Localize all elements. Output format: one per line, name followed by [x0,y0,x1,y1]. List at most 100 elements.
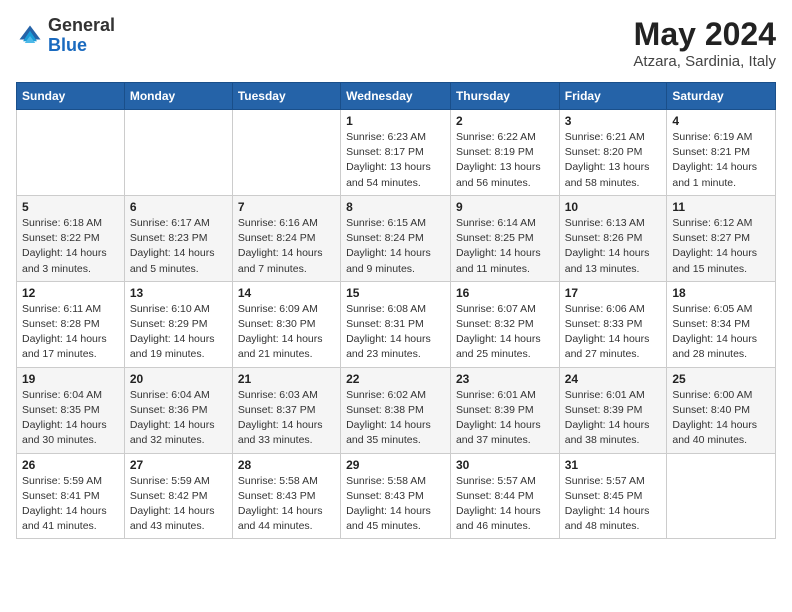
calendar-cell: 3 Sunrise: 6:21 AMSunset: 8:20 PMDaylight… [559,110,667,196]
col-wednesday: Wednesday [341,83,451,110]
day-info: Sunrise: 6:08 AMSunset: 8:31 PMDaylight:… [346,302,445,363]
calendar-cell: 14Sunrise: 6:09 AMSunset: 8:30 PMDayligh… [232,281,340,367]
day-info: Sunrise: 5:59 AMSunset: 8:41 PMDaylight:… [22,474,119,535]
day-number: 21 [238,372,335,386]
day-number: 24 [565,372,662,386]
calendar-cell: 6Sunrise: 6:17 AMSunset: 8:23 PMDaylight… [124,195,232,281]
calendar-cell: 8 Sunrise: 6:15 AMSunset: 8:24 PMDaylight… [341,195,451,281]
day-number: 22 [346,372,445,386]
calendar-cell: 13 Sunrise: 6:10 AMSunset: 8:29 PMDayligh… [124,281,232,367]
day-number: 19 [22,372,119,386]
col-sunday: Sunday [17,83,125,110]
logo-text: General Blue [48,16,115,56]
calendar-cell: 18 Sunrise: 6:05 AMSunset: 8:34 PMDayligh… [667,281,776,367]
header-row: Sunday Monday Tuesday Wednesday Thursday… [17,83,776,110]
day-info: Sunrise: 6:18 AMSunset: 8:22 PMDaylight:… [22,216,119,277]
day-number: 10 [565,200,662,214]
calendar-cell: 10Sunrise: 6:13 AMSunset: 8:26 PMDayligh… [559,195,667,281]
day-info: Sunrise: 6:04 AMSunset: 8:35 PMDaylight:… [22,388,119,449]
day-number: 25 [672,372,770,386]
calendar-cell: 29 Sunrise: 5:58 AMSunset: 8:43 PMDayligh… [341,453,451,539]
day-number: 17 [565,286,662,300]
day-number: 8 [346,200,445,214]
calendar-cell: 25 Sunrise: 6:00 AMSunset: 8:40 PMDayligh… [667,367,776,453]
calendar-cell: 16Sunrise: 6:07 AMSunset: 8:32 PMDayligh… [450,281,559,367]
calendar-cell: 5 Sunrise: 6:18 AMSunset: 8:22 PMDaylight… [17,195,125,281]
col-friday: Friday [559,83,667,110]
calendar-cell: 20 Sunrise: 6:04 AMSunset: 8:36 PMDayligh… [124,367,232,453]
calendar-cell: 4 Sunrise: 6:19 AMSunset: 8:21 PMDaylight… [667,110,776,196]
day-info: Sunrise: 5:59 AMSunset: 8:42 PMDaylight:… [130,474,227,535]
month-title: May 2024 [633,16,776,53]
day-info: Sunrise: 6:01 AMSunset: 8:39 PMDaylight:… [456,388,554,449]
day-info: Sunrise: 6:04 AMSunset: 8:36 PMDaylight:… [130,388,227,449]
calendar-week-3: 12Sunrise: 6:11 AMSunset: 8:28 PMDayligh… [17,281,776,367]
day-info: Sunrise: 6:17 AMSunset: 8:23 PMDaylight:… [130,216,227,277]
calendar-week-1: 1 Sunrise: 6:23 AMSunset: 8:17 PMDaylight… [17,110,776,196]
day-number: 28 [238,458,335,472]
day-info: Sunrise: 6:06 AMSunset: 8:33 PMDaylight:… [565,302,662,363]
calendar-cell: 15Sunrise: 6:08 AMSunset: 8:31 PMDayligh… [341,281,451,367]
day-info: Sunrise: 6:05 AMSunset: 8:34 PMDaylight:… [672,302,770,363]
page-header: General Blue May 2024 Atzara, Sardinia, … [16,16,776,70]
calendar-table: Sunday Monday Tuesday Wednesday Thursday… [16,82,776,539]
calendar-cell: 31Sunrise: 5:57 AMSunset: 8:45 PMDayligh… [559,453,667,539]
day-number: 29 [346,458,445,472]
day-info: Sunrise: 5:57 AMSunset: 8:45 PMDaylight:… [565,474,662,535]
day-number: 26 [22,458,119,472]
calendar-cell: 2 Sunrise: 6:22 AMSunset: 8:19 PMDaylight… [450,110,559,196]
day-info: Sunrise: 6:07 AMSunset: 8:32 PMDaylight:… [456,302,554,363]
day-number: 3 [565,114,662,128]
day-number: 1 [346,114,445,128]
day-number: 13 [130,286,227,300]
calendar-cell: 21 Sunrise: 6:03 AMSunset: 8:37 PMDayligh… [232,367,340,453]
day-info: Sunrise: 6:10 AMSunset: 8:29 PMDaylight:… [130,302,227,363]
day-info: Sunrise: 6:22 AMSunset: 8:19 PMDaylight:… [456,130,554,191]
day-number: 27 [130,458,227,472]
logo-blue: Blue [48,35,87,55]
col-thursday: Thursday [450,83,559,110]
day-number: 11 [672,200,770,214]
day-info: Sunrise: 6:15 AMSunset: 8:24 PMDaylight:… [346,216,445,277]
calendar-header: Sunday Monday Tuesday Wednesday Thursday… [17,83,776,110]
day-info: Sunrise: 6:12 AMSunset: 8:27 PMDaylight:… [672,216,770,277]
col-saturday: Saturday [667,83,776,110]
calendar-cell: 23 Sunrise: 6:01 AMSunset: 8:39 PMDayligh… [450,367,559,453]
day-number: 4 [672,114,770,128]
day-number: 9 [456,200,554,214]
day-number: 2 [456,114,554,128]
day-info: Sunrise: 6:23 AMSunset: 8:17 PMDaylight:… [346,130,445,191]
day-info: Sunrise: 6:02 AMSunset: 8:38 PMDaylight:… [346,388,445,449]
day-info: Sunrise: 6:00 AMSunset: 8:40 PMDaylight:… [672,388,770,449]
day-info: Sunrise: 5:58 AMSunset: 8:43 PMDaylight:… [346,474,445,535]
calendar-week-2: 5 Sunrise: 6:18 AMSunset: 8:22 PMDaylight… [17,195,776,281]
calendar-week-5: 26 Sunrise: 5:59 AMSunset: 8:41 PMDayligh… [17,453,776,539]
calendar-cell: 19 Sunrise: 6:04 AMSunset: 8:35 PMDayligh… [17,367,125,453]
location: Atzara, Sardinia, Italy [633,53,776,70]
day-number: 20 [130,372,227,386]
day-number: 18 [672,286,770,300]
title-block: May 2024 Atzara, Sardinia, Italy [633,16,776,70]
day-info: Sunrise: 6:14 AMSunset: 8:25 PMDaylight:… [456,216,554,277]
calendar-cell: 11 Sunrise: 6:12 AMSunset: 8:27 PMDayligh… [667,195,776,281]
calendar-cell [17,110,125,196]
calendar-cell [124,110,232,196]
day-number: 5 [22,200,119,214]
calendar-week-4: 19 Sunrise: 6:04 AMSunset: 8:35 PMDayligh… [17,367,776,453]
day-info: Sunrise: 6:16 AMSunset: 8:24 PMDaylight:… [238,216,335,277]
calendar-cell [667,453,776,539]
calendar-cell: 28 Sunrise: 5:58 AMSunset: 8:43 PMDayligh… [232,453,340,539]
logo: General Blue [16,16,115,56]
col-tuesday: Tuesday [232,83,340,110]
calendar-cell: 24Sunrise: 6:01 AMSunset: 8:39 PMDayligh… [559,367,667,453]
calendar-cell: 12Sunrise: 6:11 AMSunset: 8:28 PMDayligh… [17,281,125,367]
calendar-cell: 22 Sunrise: 6:02 AMSunset: 8:38 PMDayligh… [341,367,451,453]
calendar-cell: 9 Sunrise: 6:14 AMSunset: 8:25 PMDaylight… [450,195,559,281]
calendar-cell [232,110,340,196]
day-info: Sunrise: 6:11 AMSunset: 8:28 PMDaylight:… [22,302,119,363]
day-number: 23 [456,372,554,386]
day-info: Sunrise: 6:03 AMSunset: 8:37 PMDaylight:… [238,388,335,449]
day-info: Sunrise: 6:19 AMSunset: 8:21 PMDaylight:… [672,130,770,191]
day-info: Sunrise: 6:21 AMSunset: 8:20 PMDaylight:… [565,130,662,191]
day-info: Sunrise: 5:58 AMSunset: 8:43 PMDaylight:… [238,474,335,535]
